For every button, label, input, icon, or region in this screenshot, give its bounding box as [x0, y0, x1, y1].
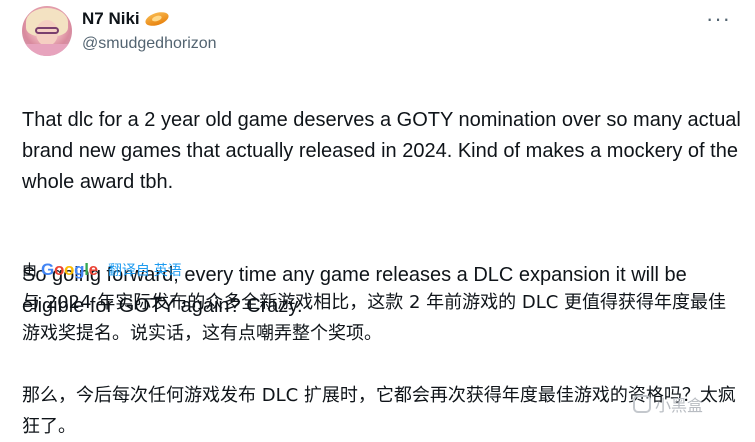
- translation-attribution: 由 Google 翻译自 英语: [22, 259, 182, 280]
- more-options-icon[interactable]: ···: [706, 8, 731, 30]
- avatar[interactable]: [22, 6, 72, 56]
- google-logo-icon: Google: [41, 259, 98, 279]
- translated-paragraph: 与 2024 年实际发布的众多全新游戏相比，这款 2 年前游戏的 DLC 更值得…: [22, 292, 727, 344]
- watermark-text: 小黑盒: [655, 396, 704, 415]
- author-name[interactable]: N7 Niki: [82, 9, 170, 29]
- avatar-glasses: [35, 27, 59, 34]
- translated-from-link[interactable]: 翻译自 英语: [108, 260, 182, 280]
- watermark: 小黑盒: [633, 392, 703, 416]
- translated-by-label: 由: [22, 262, 38, 279]
- author-handle[interactable]: @smudgedhorizon: [82, 35, 217, 53]
- author-display-name[interactable]: N7 Niki: [82, 9, 140, 29]
- saucer-icon: [143, 9, 170, 29]
- translated-text: 与 2024 年实际发布的众多全新游戏相比，这款 2 年前游戏的 DLC 更值得…: [22, 287, 742, 442]
- tweet-paragraph: That dlc for a 2 year old game deserves …: [22, 109, 741, 193]
- avatar-shirt: [22, 44, 72, 56]
- watermark-logo-icon: [633, 395, 651, 413]
